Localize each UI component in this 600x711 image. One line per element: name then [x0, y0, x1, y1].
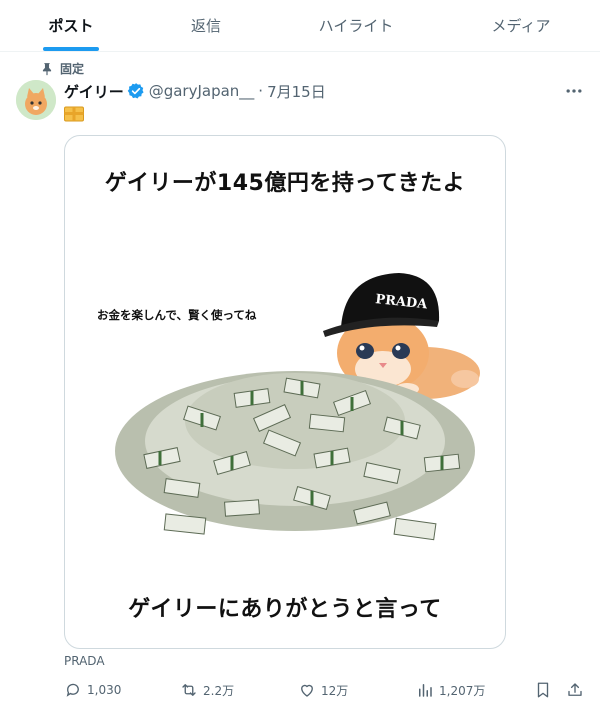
analytics-icon	[419, 684, 432, 697]
bookmark-button[interactable]	[534, 681, 552, 699]
reply-button[interactable]: 1,030	[64, 681, 121, 699]
media-source-label[interactable]: PRADA	[64, 654, 105, 668]
post-header: ゲイリー @garyJapan__ · 7月15日	[64, 80, 326, 102]
image-subtitle-text: お金を楽しんで、賢く使ってね	[97, 308, 257, 322]
tab-replies-label: 返信	[190, 17, 221, 35]
like-button[interactable]: 12万	[298, 681, 348, 699]
post-image[interactable]: ゲイリーが145億円を持ってきたよ お金を楽しんで、賢く使ってね PRADA ゲ…	[64, 135, 506, 649]
repost-button[interactable]: 2.2万	[180, 681, 234, 699]
view-count: 1,207万	[439, 683, 486, 698]
repost-count: 2.2万	[203, 683, 235, 698]
post-date[interactable]: 7月15日	[267, 81, 326, 102]
money-box-emoji-icon	[64, 106, 84, 122]
tab-posts-label: ポスト	[48, 17, 94, 35]
tab-active-indicator	[43, 47, 99, 51]
author-handle[interactable]: @garyJapan__	[149, 82, 255, 100]
money-pile-illustration	[115, 371, 475, 541]
reply-count: 1,030	[87, 683, 122, 697]
cat-avatar-icon	[16, 80, 56, 120]
profile-tabs: ポスト 返信 ハイライト メディア	[0, 0, 600, 52]
bookmark-icon	[537, 682, 549, 698]
image-bottom-text: ゲイリーにありがとうと言って	[128, 597, 442, 622]
views-button[interactable]: 1,207万	[416, 681, 485, 699]
heart-icon	[301, 684, 313, 697]
tab-posts[interactable]: ポスト	[0, 0, 142, 51]
author-name[interactable]: ゲイリー	[64, 81, 124, 102]
tab-highlights-label: ハイライト	[318, 17, 394, 35]
share-icon	[568, 683, 582, 696]
header-separator: ·	[258, 82, 264, 100]
pin-icon	[42, 62, 52, 75]
pinned-label: 固定	[60, 62, 85, 76]
post-actions: 1,030 2.2万 12万 1,207万	[64, 681, 592, 701]
tab-media[interactable]: メディア	[442, 0, 600, 51]
image-title-text: ゲイリーが145億円を持ってきたよ	[104, 171, 466, 196]
repost-icon	[182, 684, 196, 696]
more-options-button[interactable]	[560, 80, 588, 102]
tab-media-label: メディア	[491, 17, 551, 35]
avatar[interactable]	[16, 80, 56, 120]
like-count: 12万	[321, 683, 349, 698]
verified-badge-icon	[127, 83, 144, 99]
more-dots-icon	[566, 89, 582, 93]
share-button[interactable]	[566, 681, 584, 699]
tab-replies[interactable]: 返信	[142, 0, 270, 51]
pinned-indicator: 固定	[40, 60, 84, 77]
reply-icon	[66, 683, 79, 697]
tab-highlights[interactable]: ハイライト	[270, 0, 442, 51]
